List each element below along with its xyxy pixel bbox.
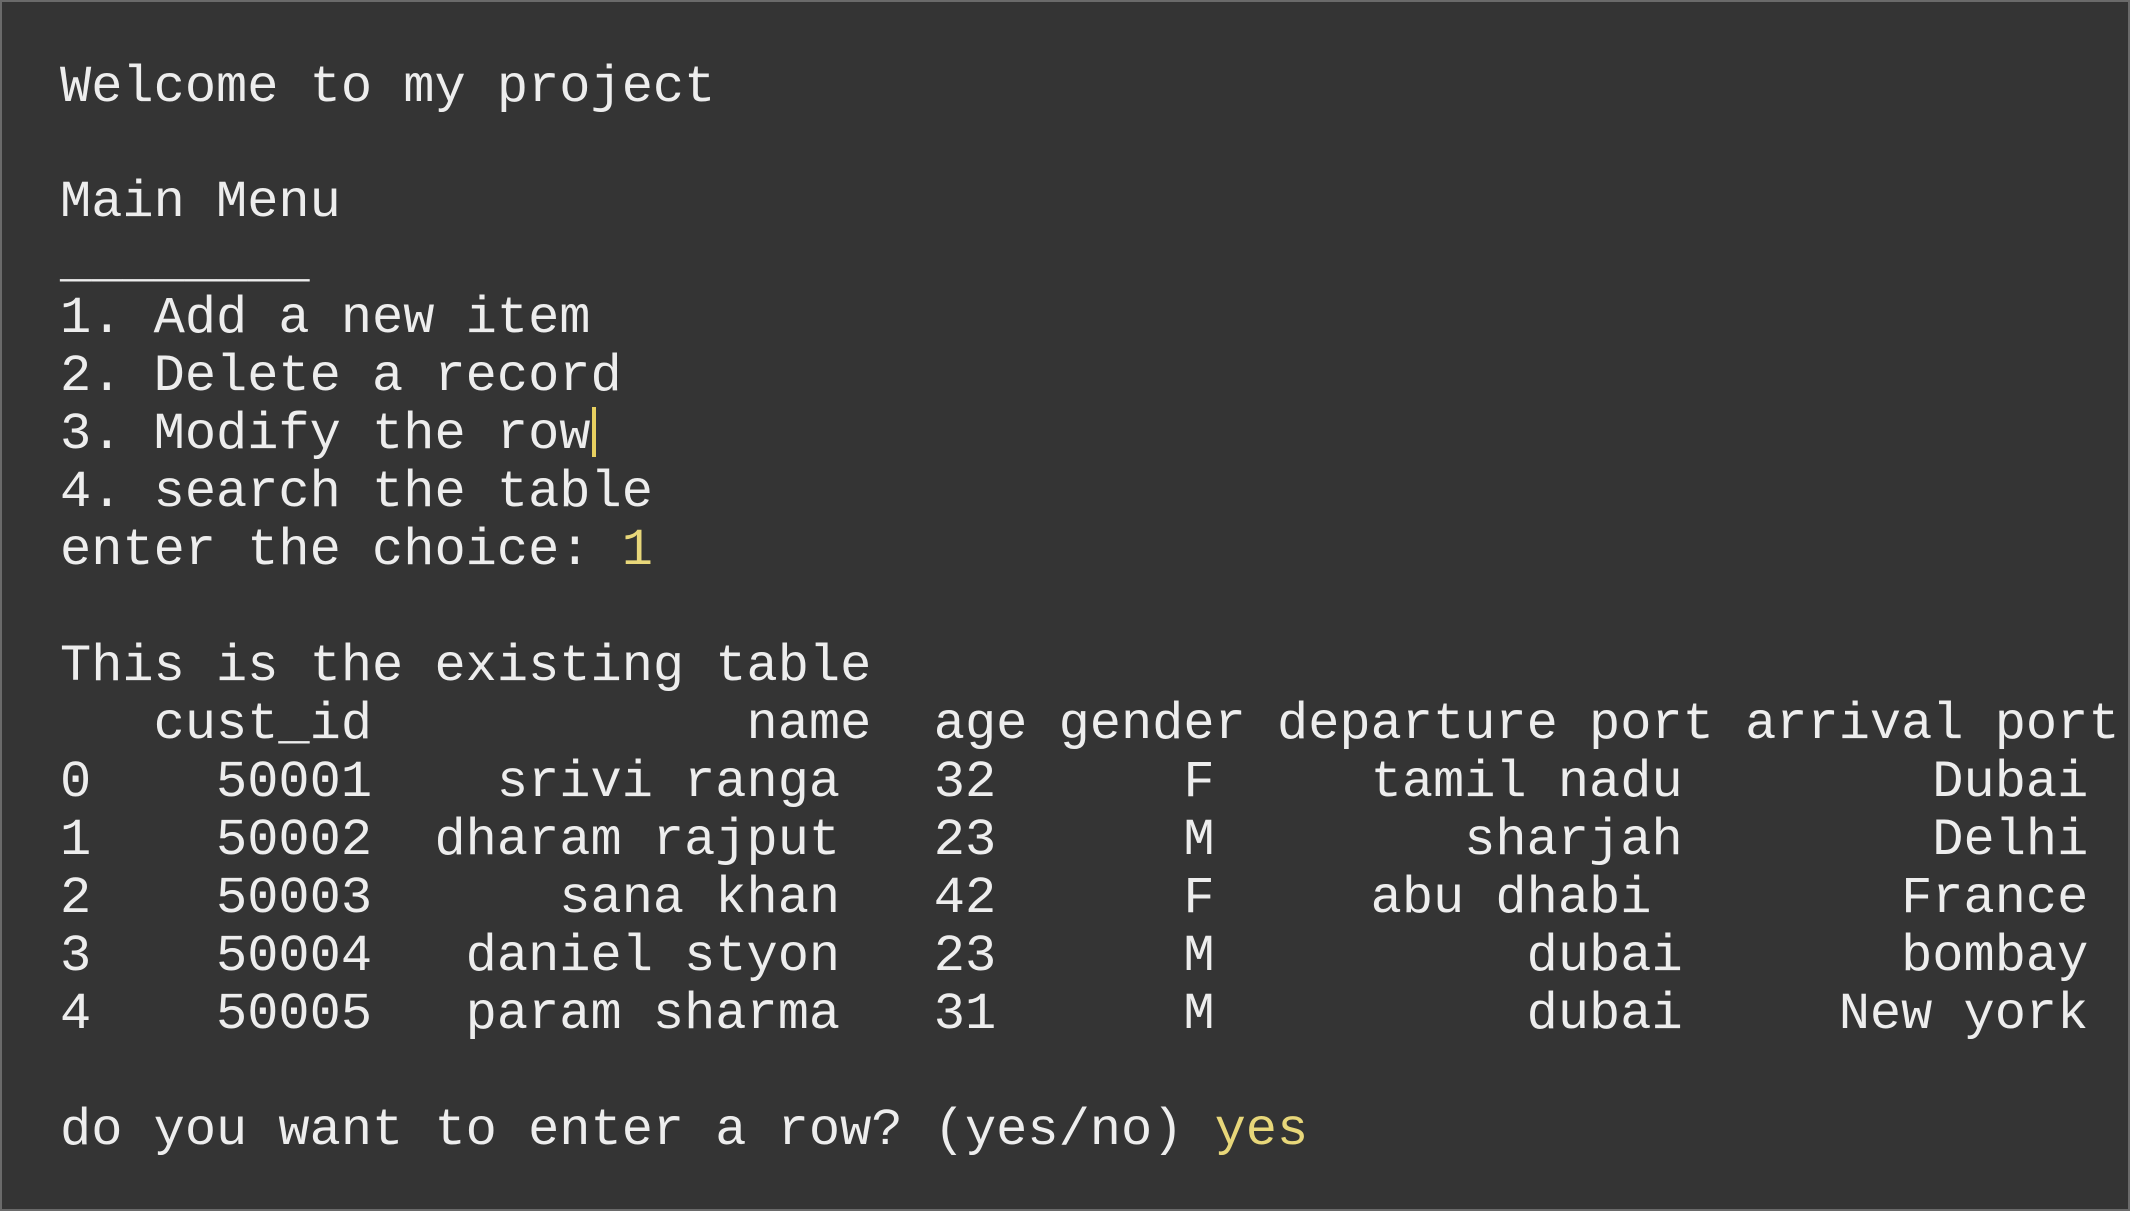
row-answer-input[interactable]: yes <box>1215 1101 1309 1160</box>
menu-item-modify-line: 3. Modify the row <box>60 406 596 464</box>
table-header: cust_id name age gender departure port a… <box>60 695 2120 754</box>
table-row: 2 50003 sana khan 42 F abu dhabi France <box>60 869 2089 928</box>
table-row: 3 50004 daniel styon 23 M dubai bombay <box>60 927 2089 986</box>
row-prompt: do you want to enter a row? (yes/no) <box>60 1101 1215 1160</box>
table-row: 1 50002 dharam rajput 23 M sharjah Delhi <box>60 811 2089 870</box>
choice-prompt: enter the choice: <box>60 521 622 580</box>
table-row: 4 50005 param sharma 31 M dubai New york <box>60 985 2089 1044</box>
menu-item-add: 1. Add a new item <box>60 289 591 348</box>
welcome-message: Welcome to my project <box>60 58 716 117</box>
menu-item-delete: 2. Delete a record <box>60 347 622 406</box>
menu-divider: ________ <box>60 233 310 292</box>
terminal-window[interactable]: Welcome to my project Main Menu ________… <box>2 2 2128 1209</box>
menu-title: Main Menu <box>60 173 341 232</box>
menu-item-search: 4. search the table <box>60 463 653 522</box>
choice-input[interactable]: 1 <box>622 521 653 580</box>
choice-line: enter the choice: 1 <box>60 522 653 580</box>
table-intro: This is the existing table <box>60 637 872 696</box>
table-row: 0 50001 srivi ranga 32 F tamil nadu Duba… <box>60 753 2089 812</box>
text-cursor <box>591 407 596 457</box>
row-prompt-line: do you want to enter a row? (yes/no) yes <box>60 1102 1308 1160</box>
menu-item-modify: 3. Modify the row <box>60 405 591 464</box>
